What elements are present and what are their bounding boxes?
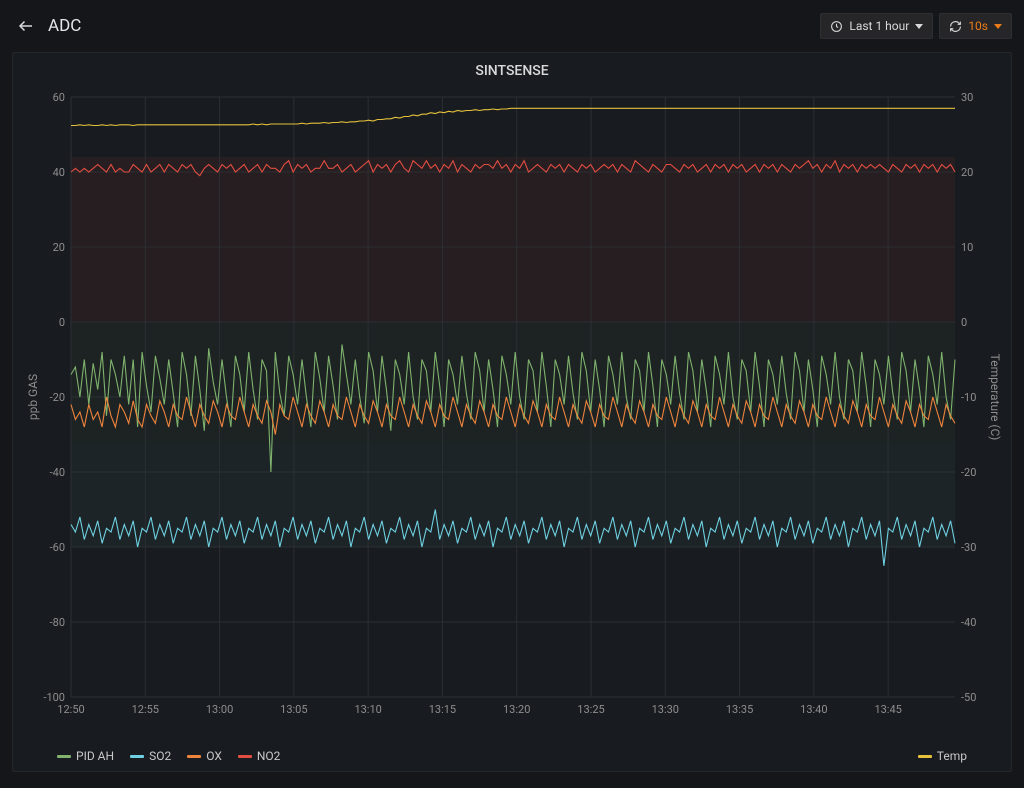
legend-label: NO2 <box>257 749 281 763</box>
legend-label: Temp <box>937 749 967 763</box>
chart-area[interactable]: -100-80-60-40-200204060-50-40-30-20-1001… <box>13 83 1011 745</box>
legend-swatch <box>238 755 252 758</box>
time-range-label: Last 1 hour <box>849 19 909 33</box>
svg-text:-30: -30 <box>961 541 976 554</box>
svg-text:60: 60 <box>53 91 65 104</box>
legend-item-no2[interactable]: NO2 <box>238 749 281 763</box>
chart-legend: PID AH SO2 OX NO2 Temp <box>13 745 1011 771</box>
svg-text:10: 10 <box>961 241 973 254</box>
clock-icon <box>830 20 843 33</box>
topbar: ADC Last 1 hour 10s <box>0 0 1024 52</box>
svg-text:13:25: 13:25 <box>577 703 604 716</box>
svg-text:Temperature (C): Temperature (C) <box>988 354 1002 441</box>
legend-swatch <box>130 755 144 758</box>
legend-item-pid-ah[interactable]: PID AH <box>57 749 114 763</box>
refresh-interval-picker[interactable]: 10s <box>939 13 1012 39</box>
legend-swatch <box>187 755 201 758</box>
svg-text:13:00: 13:00 <box>206 703 233 716</box>
svg-text:12:55: 12:55 <box>132 703 159 716</box>
svg-text:30: 30 <box>961 91 973 104</box>
svg-text:20: 20 <box>961 166 973 179</box>
svg-text:-20: -20 <box>961 466 976 479</box>
svg-text:-40: -40 <box>961 616 976 629</box>
svg-text:-60: -60 <box>50 541 65 554</box>
chart-panel: SINTSENSE -10 0 -80 -60 -40 -20 0 20 40 60 -50 -40 -… <box>12 52 1012 772</box>
svg-text:13:30: 13:30 <box>652 703 679 716</box>
arrow-left-icon <box>17 17 35 35</box>
svg-text:0: 0 <box>961 316 967 329</box>
svg-text:-50: -50 <box>961 691 976 704</box>
legend-swatch <box>918 755 932 758</box>
svg-text:13:45: 13:45 <box>874 703 901 716</box>
svg-text:12:50: 12:50 <box>57 703 84 716</box>
refresh-icon <box>949 20 962 33</box>
svg-text:13:10: 13:10 <box>354 703 381 716</box>
legend-item-ox[interactable]: OX <box>187 749 222 763</box>
svg-text:13:05: 13:05 <box>280 703 307 716</box>
legend-swatch <box>57 755 71 758</box>
svg-text:ppb GAS: ppb GAS <box>26 374 40 420</box>
svg-text:-40: -40 <box>50 466 65 479</box>
svg-text:-80: -80 <box>50 616 65 629</box>
chevron-down-icon <box>994 24 1002 29</box>
legend-item-so2[interactable]: SO2 <box>130 749 171 763</box>
svg-text:0: 0 <box>59 316 65 329</box>
svg-text:20: 20 <box>53 241 65 254</box>
back-button[interactable] <box>12 12 40 40</box>
panel-title: SINTSENSE <box>13 53 1011 83</box>
legend-label: PID AH <box>76 749 114 763</box>
chevron-down-icon <box>915 24 923 29</box>
svg-text:-20: -20 <box>50 391 65 404</box>
svg-text:-10: -10 <box>961 391 976 404</box>
refresh-interval-label: 10s <box>968 19 988 33</box>
top-right-controls: Last 1 hour 10s <box>820 13 1012 39</box>
legend-item-temp[interactable]: Temp <box>918 749 967 763</box>
legend-label: OX <box>206 749 222 763</box>
svg-text:13:40: 13:40 <box>800 703 827 716</box>
page-title: ADC <box>48 16 81 36</box>
svg-text:13:20: 13:20 <box>503 703 530 716</box>
svg-text:13:15: 13:15 <box>429 703 456 716</box>
svg-text:13:35: 13:35 <box>726 703 753 716</box>
svg-text:40: 40 <box>53 166 65 179</box>
time-range-picker[interactable]: Last 1 hour <box>820 13 933 39</box>
legend-label: SO2 <box>149 749 171 763</box>
